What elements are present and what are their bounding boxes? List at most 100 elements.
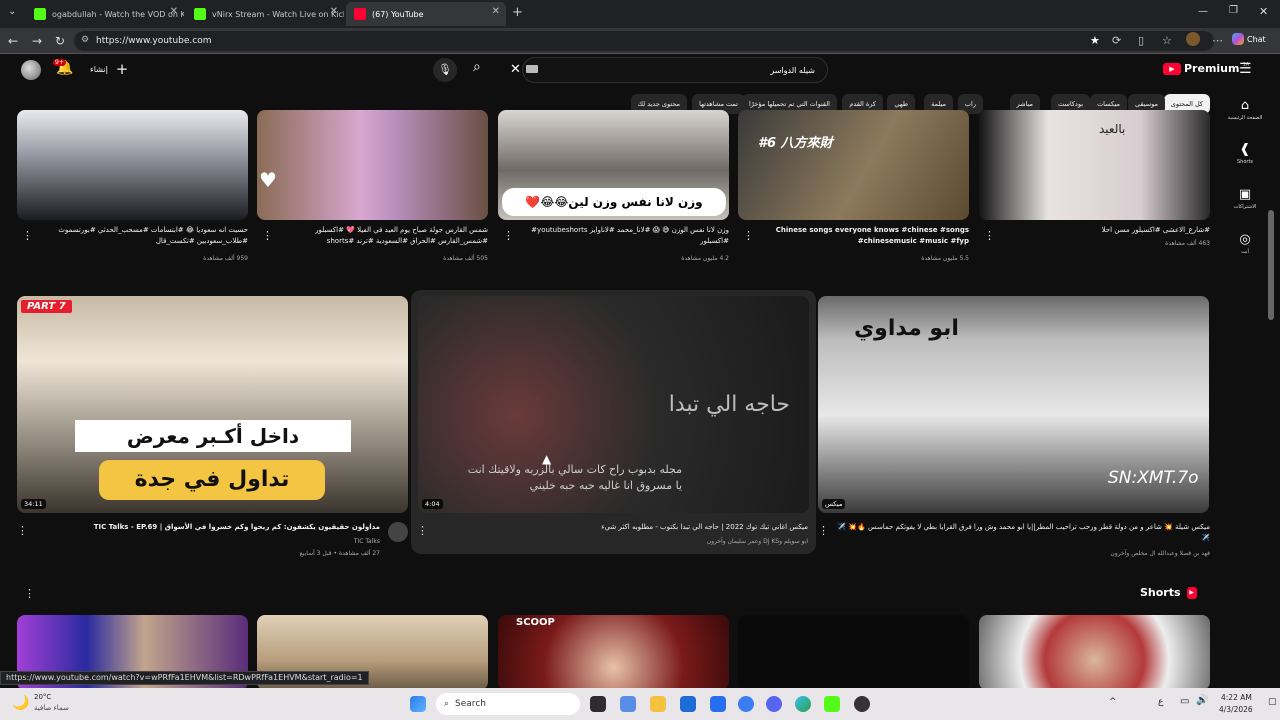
- video-title[interactable]: وزن لانا نفس الوزن 😅 😱 #لانا_محمد #لاناو…: [521, 225, 729, 247]
- restore-icon[interactable]: ❐: [1229, 5, 1238, 16]
- tab-list-icon[interactable]: ⌄: [8, 6, 16, 17]
- more-options-icon[interactable]: ⋮: [743, 229, 754, 242]
- language-indicator[interactable]: ع: [1158, 697, 1163, 707]
- close-tab-icon[interactable]: ✕: [492, 6, 500, 17]
- home-icon: ⌂: [1240, 98, 1250, 113]
- notification-center-icon[interactable]: ▢: [1268, 697, 1277, 707]
- channel-name[interactable]: TIC Talks: [40, 538, 380, 545]
- thumbnail-overlay-subtitle: تداول في جدة: [99, 460, 325, 500]
- youtube-logo[interactable]: ▶ Premium SA: [1163, 62, 1249, 75]
- more-options-icon[interactable]: ⋮: [818, 524, 829, 537]
- profile-avatar[interactable]: [1186, 32, 1200, 46]
- video-thumbnail[interactable]: ابو مداوي SN:XMT.7o ميكس: [818, 296, 1209, 513]
- video-thumbnail[interactable]: بالعيد: [979, 110, 1210, 220]
- video-title[interactable]: #شارع_الاعشى #اكسبلور مسن احلا: [1002, 225, 1210, 236]
- video-title[interactable]: شمس القارس جولة صباح يوم العيد في الفيلا…: [280, 225, 488, 247]
- volume-icon[interactable]: 🔊: [1196, 695, 1208, 706]
- rail-you[interactable]: ◎ أنت: [1222, 232, 1268, 255]
- minimize-icon[interactable]: —: [1198, 6, 1208, 17]
- network-icon[interactable]: ▭: [1180, 696, 1189, 707]
- favorites-icon[interactable]: ☆: [1162, 34, 1172, 47]
- video-thumbnail[interactable]: ♥: [257, 110, 488, 220]
- close-tab-icon[interactable]: ✕: [330, 6, 338, 17]
- more-options-icon[interactable]: ⋮: [262, 229, 273, 242]
- search-button[interactable]: ⌕: [473, 59, 481, 75]
- back-icon[interactable]: ←: [5, 34, 21, 48]
- file-explorer-icon[interactable]: [650, 696, 666, 712]
- scrollbar-thumb[interactable]: [1268, 210, 1274, 320]
- account-avatar[interactable]: [21, 60, 41, 80]
- voice-search-icon[interactable]: 🎙: [433, 58, 457, 82]
- video-meta: 27 ألف مشاهدة • قبل 3 أسابيع: [299, 550, 380, 557]
- guide-rail: ⌂ الصفحة الرئيسية ❰ Shorts ▣ الاشتراكات ◎ أن…: [1222, 88, 1268, 688]
- keyboard-icon[interactable]: [526, 65, 538, 73]
- app-icon[interactable]: [854, 696, 870, 712]
- task-view-icon[interactable]: [590, 696, 606, 712]
- page-scrollbar[interactable]: [1268, 120, 1274, 680]
- start-icon[interactable]: [410, 696, 426, 712]
- video-title[interactable]: حسيت انه سعوديا 😂 #ابتسامات #مسحب_الحدثي…: [40, 225, 248, 247]
- video-thumbnail[interactable]: #6 八方來財: [738, 110, 969, 220]
- more-options-icon[interactable]: ⋮: [417, 524, 428, 537]
- tab-title: ogabdullah - Watch the VOD on K: [52, 9, 184, 19]
- forward-icon[interactable]: →: [29, 34, 45, 48]
- rail-subscriptions[interactable]: ▣ الاشتراكات: [1222, 187, 1268, 210]
- address-bar[interactable]: ⚙ https://www.youtube.com ★: [74, 31, 1214, 51]
- tab-youtube[interactable]: (67) YouTube ✕: [346, 2, 506, 26]
- close-tab-icon[interactable]: ✕: [170, 6, 178, 17]
- reload-icon[interactable]: ↻: [52, 34, 68, 48]
- shelf-more-icon[interactable]: ⋮: [24, 587, 35, 600]
- video-thumbnail[interactable]: وزن لانا نفس وزن لين😂😂❤️: [498, 110, 729, 220]
- split-icon[interactable]: ▯: [1138, 34, 1144, 47]
- clock-time[interactable]: 4:22 AM: [1221, 693, 1252, 702]
- video-title[interactable]: Chinese songs everyone knows #chinese #s…: [761, 225, 969, 247]
- close-window-icon[interactable]: ✕: [1259, 5, 1268, 18]
- weather-icon[interactable]: 🌙: [12, 695, 29, 711]
- video-title[interactable]: مداولون حقيقيون يكشفون: كم ربحوا وكم خسر…: [40, 522, 380, 533]
- site-info-icon[interactable]: ⚙: [81, 35, 89, 45]
- thumbnail-overlay-plate: SN:XMT.7o: [1108, 468, 1199, 488]
- duration-badge: 34:11: [21, 499, 46, 509]
- video-title[interactable]: ميكس شيلة 💥 شاعر و من دولة قطر ورحب تراح…: [836, 522, 1210, 544]
- kick-app-icon[interactable]: [824, 696, 840, 712]
- short-thumbnail[interactable]: [738, 615, 969, 690]
- menu-dots-icon[interactable]: ⋯: [1212, 34, 1223, 47]
- more-options-icon[interactable]: ⋮: [503, 229, 514, 242]
- search-input[interactable]: ✕ شيله الدواسر: [510, 57, 828, 83]
- extensions-icon[interactable]: ⟳: [1112, 34, 1121, 47]
- tray-chevron-icon[interactable]: ^: [1109, 697, 1117, 707]
- shorts-icon: ❰: [1239, 142, 1251, 157]
- rail-shorts[interactable]: ❰ Shorts: [1222, 142, 1268, 165]
- tab-kick-1[interactable]: ogabdullah - Watch the VOD on K ✕: [26, 2, 184, 26]
- channel-avatar[interactable]: [388, 522, 408, 542]
- video-title[interactable]: ميكس اغاني تيك توك 2022 | حاجه الي تبدا …: [436, 522, 808, 533]
- hamburger-menu-icon[interactable]: ☰: [1239, 61, 1252, 77]
- tab-kick-2[interactable]: vNirx Stream - Watch Live on Kick ✕: [186, 2, 344, 26]
- create-button[interactable]: إنشاء +: [90, 60, 129, 78]
- plus-icon: +: [115, 60, 129, 78]
- new-tab-icon[interactable]: +: [512, 5, 523, 20]
- mail-icon[interactable]: [680, 696, 696, 712]
- edge-icon[interactable]: [795, 696, 811, 712]
- short-thumbnail[interactable]: SCOOP: [498, 615, 729, 690]
- kick-icon: [194, 8, 206, 20]
- short-thumbnail[interactable]: [979, 615, 1210, 690]
- favorite-star-icon[interactable]: ★: [1090, 34, 1100, 47]
- store-icon[interactable]: [710, 696, 726, 712]
- taskbar-search[interactable]: ⌕ Search: [436, 693, 580, 715]
- rail-home[interactable]: ⌂ الصفحة الرئيسية: [1222, 98, 1268, 121]
- copilot-chat-button[interactable]: Chat: [1232, 33, 1266, 45]
- more-options-icon[interactable]: ⋮: [984, 229, 995, 242]
- clock-date[interactable]: 4/3/2026: [1219, 705, 1253, 714]
- video-thumbnail[interactable]: حاجه الي تبدا مجله بدبوب راح كات سالي با…: [418, 296, 809, 513]
- more-options-icon[interactable]: ⋮: [22, 229, 33, 242]
- more-options-icon[interactable]: ⋮: [17, 524, 28, 537]
- video-thumbnail[interactable]: [17, 110, 248, 220]
- widgets-icon[interactable]: [620, 696, 636, 712]
- clear-search-icon[interactable]: ✕: [510, 62, 521, 77]
- video-thumbnail[interactable]: PART 7 داخل أكـبر معرض تداول في جدة 34:1…: [17, 296, 408, 513]
- app-icon[interactable]: [738, 696, 754, 712]
- channel-name[interactable]: ابو سويلم وDj KS وعمر سليمان وآخرون: [436, 538, 808, 545]
- discord-icon[interactable]: [766, 696, 782, 712]
- channel-name[interactable]: فهد بن فصلا وعبدالله ال مخلص وآخرون: [836, 550, 1210, 557]
